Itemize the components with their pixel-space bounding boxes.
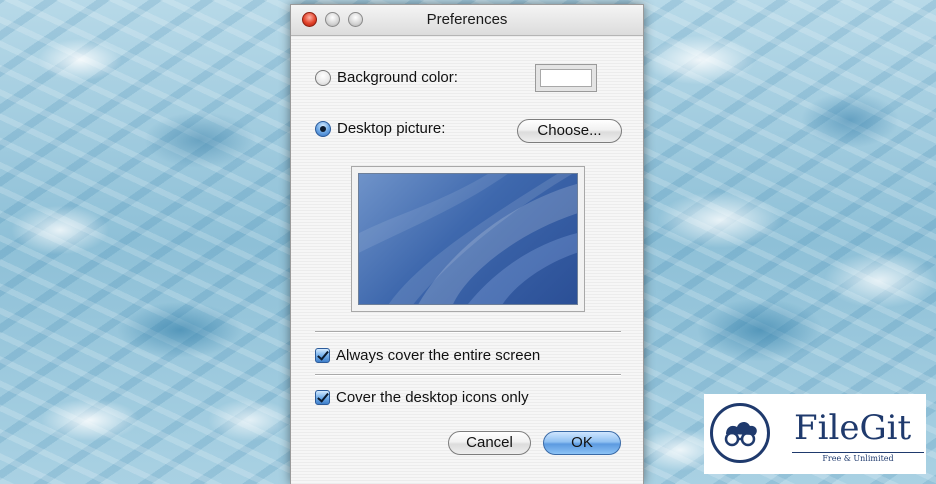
preview-image — [358, 173, 578, 305]
brand-tagline: Free & Unlimited — [822, 454, 894, 463]
background-color-swatch — [540, 69, 592, 87]
ok-button[interactable]: OK — [543, 431, 621, 455]
background-color-well[interactable] — [535, 64, 597, 92]
always-cover-option[interactable]: Always cover the entire screen — [315, 347, 540, 364]
always-cover-label: Always cover the entire screen — [336, 347, 541, 364]
preferences-window: Preferences Background color: Desktop pi… — [290, 4, 644, 484]
brand-name: FileGit — [794, 408, 912, 448]
background-color-radio[interactable] — [315, 69, 331, 86]
options-separator-middle — [315, 374, 621, 376]
background-color-label: Background color: — [337, 69, 458, 86]
filegit-watermark: FileGit Free & Unlimited — [704, 394, 926, 474]
icons-only-label: Cover the desktop icons only — [336, 389, 529, 406]
options-separator-top — [315, 331, 621, 333]
desktop-picture-label: Desktop picture: — [337, 120, 446, 137]
title-bar[interactable]: Preferences — [291, 5, 643, 36]
choose-picture-button[interactable]: Choose... — [517, 119, 622, 143]
filegit-logo-icon — [710, 403, 770, 463]
background-color-option[interactable]: Background color: — [315, 69, 458, 86]
always-cover-checkbox[interactable] — [315, 348, 330, 363]
desktop-picture-radio[interactable] — [315, 120, 331, 137]
window-title: Preferences — [426, 11, 508, 28]
icons-only-checkbox[interactable] — [315, 390, 330, 405]
cancel-button[interactable]: Cancel — [448, 431, 531, 455]
icons-only-option[interactable]: Cover the desktop icons only — [315, 389, 529, 406]
desktop-picture-option[interactable]: Desktop picture: — [315, 120, 445, 137]
desktop-picture-preview — [351, 166, 585, 312]
